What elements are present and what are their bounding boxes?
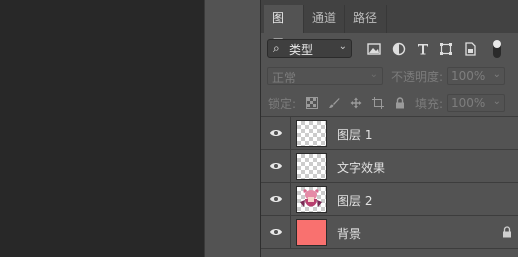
chevron-down-icon: ⌄: [338, 41, 347, 52]
layer-thumbnail: [296, 153, 327, 180]
search-icon: ⌕: [273, 41, 280, 55]
lock-position-icon[interactable]: [350, 97, 362, 109]
filter-type-label: 类型: [289, 43, 314, 57]
layer-filter-row: ⌕ 类型 ⌄: [261, 33, 518, 63]
lock-label: 锁定:: [268, 97, 297, 111]
lock-transparent-pixels-icon[interactable]: [306, 97, 318, 109]
type-filter-icon[interactable]: [416, 42, 430, 56]
tab-channels[interactable]: 通道: [304, 5, 345, 33]
visibility-toggle[interactable]: [261, 117, 291, 150]
lock-image-pixels-icon[interactable]: [328, 97, 340, 109]
layers-panel: 图层 通道 路径 ⌕ 类型 ⌄: [261, 0, 518, 257]
opacity-label: 不透明度:: [391, 70, 444, 84]
eye-icon: [270, 130, 282, 136]
lock-row: 锁定: 填充: 100% ⌄: [261, 90, 518, 117]
eye-icon: [270, 229, 282, 235]
layer-thumbnail: [296, 120, 327, 147]
fill-input[interactable]: 100% ⌄: [447, 94, 505, 112]
blend-row: 正常 ⌄ 不透明度: 100% ⌄: [261, 63, 518, 90]
filter-type-select[interactable]: ⌕ 类型 ⌄: [267, 39, 352, 58]
image-filter-icon[interactable]: [367, 42, 381, 56]
layer-row-layer-1[interactable]: 图层 1: [261, 117, 518, 150]
visibility-toggle[interactable]: [261, 183, 291, 216]
blend-mode-select[interactable]: 正常 ⌄: [267, 67, 383, 85]
chevron-down-icon: ⌄: [369, 69, 378, 80]
panel-dock-gutter: [204, 0, 261, 257]
fill-label: 填充:: [415, 97, 444, 111]
panel-tab-bar: 图层 通道 路径: [261, 0, 518, 51]
document-canvas-area: [0, 0, 204, 257]
opacity-value: 100%: [451, 69, 486, 83]
layer-name: 背景: [337, 227, 362, 241]
eye-icon: [270, 163, 282, 169]
chevron-down-icon: ⌄: [492, 69, 501, 80]
layer-name: 图层 1: [337, 128, 373, 142]
character-image-icon: [300, 189, 322, 207]
layers-list: 图层 1 文字效果 图层 2 背景: [261, 117, 518, 249]
chevron-down-icon: ⌄: [492, 96, 501, 107]
filter-toggle[interactable]: [493, 40, 501, 58]
tab-layers[interactable]: 图层: [264, 5, 304, 51]
visibility-toggle[interactable]: [261, 216, 291, 249]
lock-icon: [503, 226, 511, 238]
layer-row-layer-2[interactable]: 图层 2: [261, 183, 518, 216]
layer-name: 图层 2: [337, 194, 373, 208]
blend-mode-value: 正常: [272, 71, 297, 85]
layer-row-background[interactable]: 背景: [261, 216, 518, 249]
lock-all-icon[interactable]: [394, 97, 406, 109]
tab-paths[interactable]: 路径: [345, 5, 387, 33]
opacity-input[interactable]: 100% ⌄: [447, 67, 505, 85]
layer-thumbnail: [296, 186, 327, 213]
smart-object-filter-icon[interactable]: [463, 42, 477, 56]
layer-row-text-effect[interactable]: 文字效果: [261, 150, 518, 183]
lock-artboard-icon[interactable]: [372, 97, 384, 109]
eye-icon: [270, 196, 282, 202]
fill-value: 100%: [451, 96, 486, 110]
layer-name: 文字效果: [337, 161, 386, 175]
layer-thumbnail: [296, 219, 327, 246]
shape-filter-icon[interactable]: [439, 42, 453, 56]
adjustment-filter-icon[interactable]: [392, 42, 406, 56]
visibility-toggle[interactable]: [261, 150, 291, 183]
